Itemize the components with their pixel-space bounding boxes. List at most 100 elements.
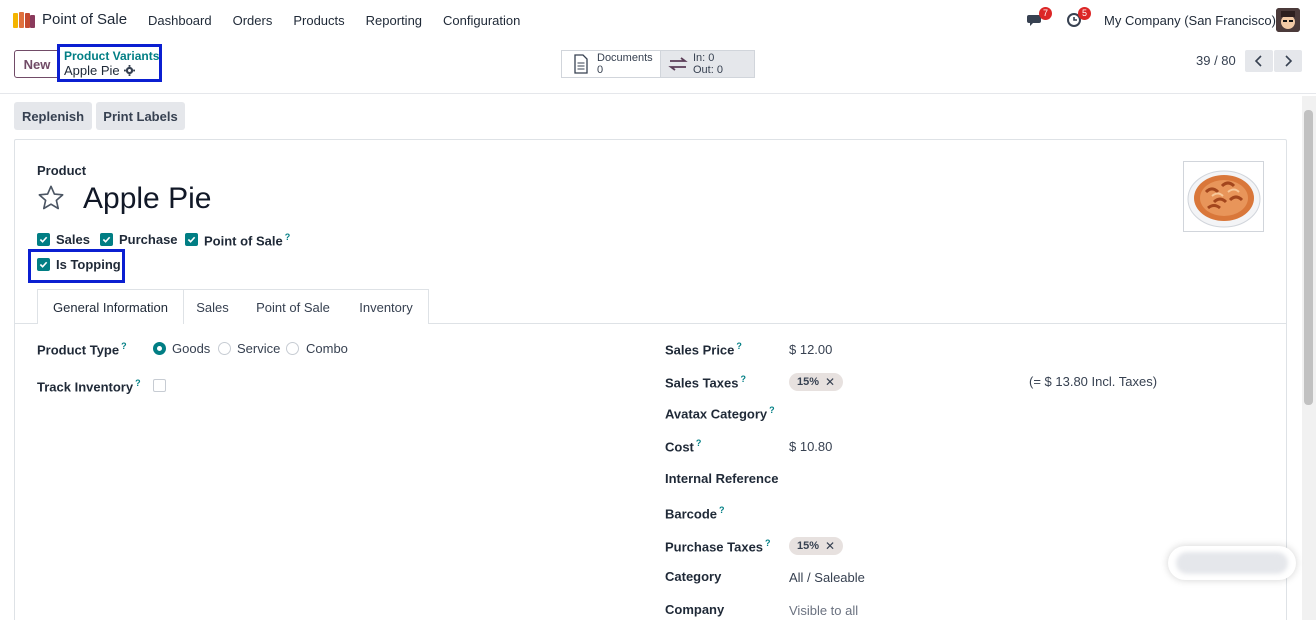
- tab-point-of-sale[interactable]: Point of Sale: [242, 289, 345, 324]
- purchase-checkbox-label[interactable]: Purchase: [119, 232, 178, 247]
- cost-text: Cost: [665, 439, 694, 455]
- help-tooltip-icon[interactable]: ?: [121, 341, 127, 351]
- track-inventory-text: Track Inventory: [37, 379, 134, 395]
- sales-checkbox-label[interactable]: Sales: [56, 232, 90, 247]
- floating-widget-content: [1176, 552, 1288, 574]
- sales-price-text: Sales Price: [665, 342, 735, 358]
- help-tooltip-icon[interactable]: ?: [769, 405, 775, 415]
- documents-label: Documents: [597, 52, 653, 64]
- star-icon[interactable]: [37, 184, 65, 212]
- help-tooltip-icon[interactable]: ?: [736, 341, 742, 351]
- point-of-sale-checkbox[interactable]: [185, 233, 198, 246]
- main-menu: Dashboard Orders Products Reporting Conf…: [148, 13, 541, 28]
- close-icon[interactable]: ✕: [825, 539, 835, 553]
- pager-value[interactable]: 39 / 80: [1196, 53, 1236, 68]
- tab-sales[interactable]: Sales: [183, 289, 243, 324]
- help-tooltip-icon[interactable]: ?: [285, 232, 291, 242]
- document-icon: [574, 54, 588, 74]
- purchase-taxes-label: Purchase Taxes?: [665, 538, 771, 554]
- chevron-right-icon: [1285, 55, 1293, 67]
- internal-reference-label: Internal Reference: [665, 471, 779, 486]
- app-name[interactable]: Point of Sale: [42, 11, 127, 28]
- activities-badge: 5: [1078, 7, 1092, 20]
- sales-taxes-label: Sales Taxes?: [665, 374, 746, 390]
- sales-price-label: Sales Price?: [665, 341, 742, 357]
- gear-icon[interactable]: [123, 65, 135, 76]
- messages-badge: 7: [1039, 7, 1053, 20]
- breadcrumb-parent-link[interactable]: Product Variants: [64, 49, 159, 63]
- sales-checkbox[interactable]: [37, 233, 50, 246]
- chevron-left-icon: [1254, 55, 1262, 67]
- in-out-smart-button[interactable]: In: 0 Out: 0: [660, 50, 755, 78]
- product-type-label: Product Type?: [37, 341, 127, 357]
- avatar-face-icon: [1276, 8, 1300, 32]
- service-radio[interactable]: [218, 342, 231, 355]
- control-panel: New Product Variants Apple Pie Documents…: [0, 40, 1316, 94]
- purchase-tax-tag-label: 15%: [797, 540, 820, 552]
- replenish-button[interactable]: Replenish: [14, 102, 92, 130]
- close-icon[interactable]: ✕: [825, 375, 835, 389]
- out-label: Out: 0: [693, 64, 723, 76]
- tab-general-information[interactable]: General Information: [37, 289, 184, 324]
- breadcrumb-current-label: Apple Pie: [64, 63, 120, 78]
- tab-inventory[interactable]: Inventory: [344, 289, 429, 324]
- check-icon: [187, 236, 196, 243]
- breadcrumb-current: Apple Pie: [64, 63, 135, 78]
- cost-field[interactable]: $ 10.80: [789, 439, 832, 454]
- goods-radio[interactable]: [153, 342, 166, 355]
- menu-orders[interactable]: Orders: [233, 13, 273, 28]
- company-switcher[interactable]: My Company (San Francisco): [1104, 13, 1276, 28]
- sales-tax-tag[interactable]: 15% ✕: [789, 373, 844, 391]
- service-radio-label[interactable]: Service: [237, 341, 280, 356]
- barcode-text: Barcode: [665, 506, 718, 522]
- goods-radio-label[interactable]: Goods: [172, 341, 210, 356]
- combo-radio-label[interactable]: Combo: [306, 341, 348, 356]
- documents-smart-button[interactable]: Documents 0: [561, 50, 661, 78]
- is-topping-checkbox-label[interactable]: Is Topping: [56, 257, 121, 272]
- company-field[interactable]: Visible to all: [789, 603, 858, 618]
- pager-next-button[interactable]: [1274, 50, 1302, 72]
- company-label: Company: [665, 602, 725, 617]
- purchase-taxes-text: Purchase Taxes: [665, 539, 764, 555]
- cost-label: Cost?: [665, 438, 701, 454]
- print-labels-button[interactable]: Print Labels: [96, 102, 185, 130]
- apple-pie-image: [1187, 170, 1261, 228]
- point-of-sale-text: Point of Sale: [204, 233, 283, 249]
- product-image[interactable]: [1183, 161, 1264, 232]
- track-inventory-checkbox[interactable]: [153, 379, 166, 392]
- purchase-checkbox[interactable]: [100, 233, 113, 246]
- new-button[interactable]: New: [14, 50, 60, 78]
- in-label: In: 0: [693, 52, 715, 64]
- menu-dashboard[interactable]: Dashboard: [148, 13, 212, 28]
- menu-reporting[interactable]: Reporting: [366, 13, 422, 28]
- user-avatar[interactable]: [1276, 8, 1300, 32]
- messages-button[interactable]: 7: [1027, 7, 1053, 32]
- incl-taxes-text: (= $ 13.80 Incl. Taxes): [1029, 374, 1158, 389]
- track-inventory-label: Track Inventory?: [37, 378, 141, 394]
- category-field[interactable]: All / Saleable: [789, 570, 865, 585]
- combo-radio[interactable]: [286, 342, 299, 355]
- point-of-sale-checkbox-label[interactable]: Point of Sale?: [204, 232, 290, 248]
- product-name-field[interactable]: Apple Pie: [83, 182, 211, 216]
- help-tooltip-icon[interactable]: ?: [696, 438, 702, 448]
- help-tooltip-icon[interactable]: ?: [135, 378, 141, 388]
- menu-configuration[interactable]: Configuration: [443, 13, 520, 28]
- top-navbar: Point of Sale Dashboard Orders Products …: [0, 0, 1316, 40]
- menu-products[interactable]: Products: [293, 13, 344, 28]
- help-tooltip-icon[interactable]: ?: [740, 374, 746, 384]
- help-tooltip-icon[interactable]: ?: [765, 538, 771, 548]
- check-icon: [39, 236, 48, 243]
- pager-previous-button[interactable]: [1245, 50, 1273, 72]
- barcode-label: Barcode?: [665, 505, 725, 521]
- is-topping-checkbox[interactable]: [37, 258, 50, 271]
- sales-taxes-text: Sales Taxes: [665, 375, 739, 391]
- activities-button[interactable]: 5: [1066, 7, 1092, 32]
- help-tooltip-icon[interactable]: ?: [719, 505, 725, 515]
- sales-price-field[interactable]: $ 12.00: [789, 342, 832, 357]
- transfer-arrows-icon: [668, 57, 688, 71]
- purchase-tax-tag[interactable]: 15% ✕: [789, 537, 844, 555]
- avatax-category-label: Avatax Category?: [665, 405, 775, 421]
- pos-app-icon[interactable]: [12, 11, 36, 29]
- scrollbar-thumb[interactable]: [1304, 110, 1313, 405]
- avatax-category-text: Avatax Category: [665, 406, 768, 422]
